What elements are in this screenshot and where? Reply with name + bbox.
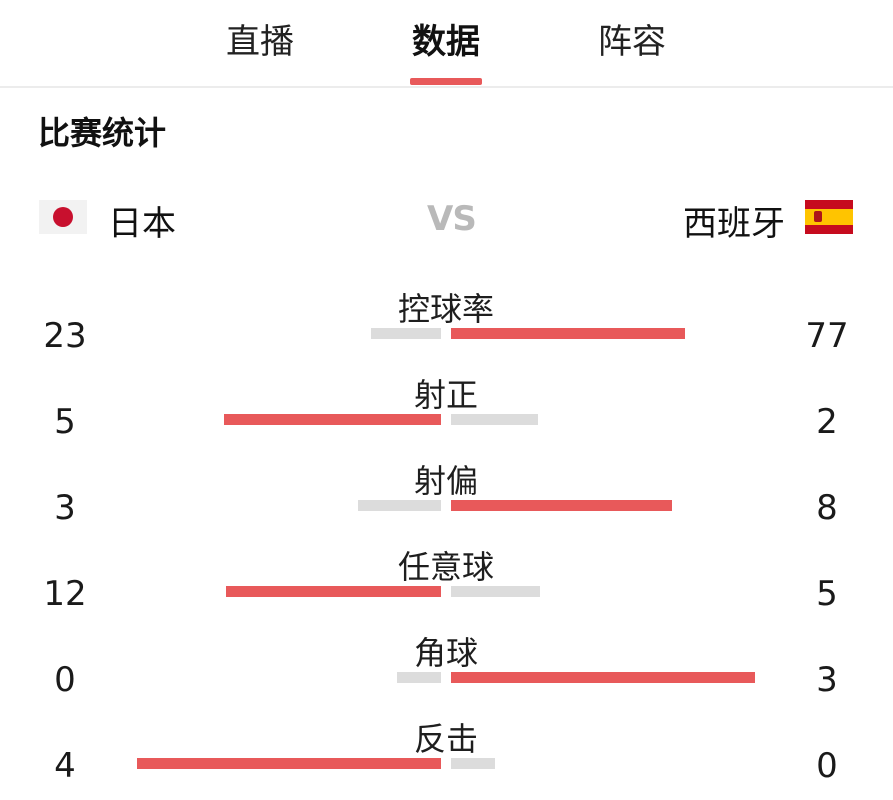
stat-label: 射正: [413, 376, 478, 414]
tab-live[interactable]: 直播: [190, 14, 330, 63]
home-stat-bar: [137, 758, 441, 769]
home-stat-bar: [226, 586, 441, 597]
away-stat-value: 77: [805, 316, 849, 356]
home-stat-value: 0: [54, 660, 76, 700]
home-stat-bar: [358, 500, 441, 511]
away-stat-bar: [451, 500, 672, 511]
home-stat-bar: [397, 672, 441, 683]
away-stat-bar: [451, 586, 540, 597]
away-stat-bar: [451, 672, 755, 683]
away-stat-value: 3: [816, 660, 838, 700]
active-tab-indicator: [410, 78, 482, 85]
teams-header: 日本 VS 西班牙: [0, 196, 893, 244]
vs-label: VS: [427, 199, 477, 239]
tab-data[interactable]: 数据: [376, 14, 516, 63]
home-stat-value: 23: [43, 316, 87, 356]
stat-label: 反击: [413, 720, 478, 758]
away-stat-value: 8: [816, 488, 838, 528]
away-stat-bar: [451, 758, 495, 769]
home-stat-value: 12: [43, 574, 87, 614]
away-stat-value: 2: [816, 402, 838, 442]
away-stat-value: 0: [816, 746, 838, 786]
home-stat-bar: [224, 414, 441, 425]
away-stat-value: 5: [816, 574, 838, 614]
home-stat-bar: [371, 328, 441, 339]
away-stat-bar: [451, 328, 685, 339]
japan-flag-icon: [39, 200, 87, 234]
home-stat-value: 4: [54, 746, 76, 786]
away-stat-bar: [451, 414, 538, 425]
home-stat-value: 5: [54, 402, 76, 442]
stat-label: 任意球: [397, 548, 494, 586]
stat-label: 射偏: [413, 462, 478, 500]
tab-lineup[interactable]: 阵容: [562, 14, 702, 63]
away-team-name: 西班牙: [683, 204, 785, 244]
home-stat-value: 3: [54, 488, 76, 528]
tab-bar: 直播 数据 阵容: [0, 0, 893, 88]
stat-label: 角球: [413, 634, 478, 672]
stat-label: 控球率: [397, 290, 494, 328]
home-team-name: 日本: [108, 204, 176, 244]
section-title: 比赛统计: [38, 114, 167, 152]
spain-flag-icon: [805, 200, 853, 234]
